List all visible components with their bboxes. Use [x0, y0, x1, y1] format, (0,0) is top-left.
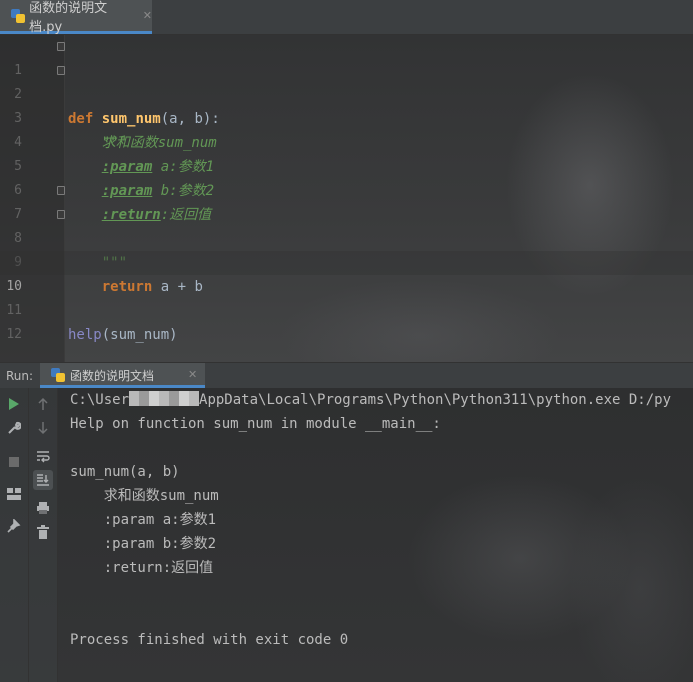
- line-number: 12: [6, 327, 22, 342]
- console-line: Help on function sum_num in module __mai…: [70, 416, 441, 432]
- code-line: 12: [0, 299, 693, 342]
- fold-icon[interactable]: [57, 210, 65, 219]
- print-icon[interactable]: [33, 498, 53, 518]
- python-file-icon: [10, 8, 25, 24]
- editor-tab-bar: 函数的说明文档.py ✕: [0, 0, 693, 35]
- fold-icon[interactable]: [57, 66, 65, 75]
- code-token: (sum_num): [101, 327, 178, 343]
- pin-icon[interactable]: [4, 516, 24, 536]
- code-line: 5 :param b:参数2: [0, 131, 693, 199]
- code-line: 8 return a + b: [0, 203, 693, 295]
- console-line: 求和函数sum_num: [70, 488, 219, 504]
- up-arrow-icon[interactable]: [33, 394, 53, 414]
- run-tab[interactable]: 函数的说明文档 ✕: [40, 363, 205, 388]
- console-line: sum_num(a, b): [70, 464, 180, 480]
- run-toolbar-right: [29, 388, 58, 682]
- editor-tab[interactable]: 函数的说明文档.py ✕: [0, 0, 152, 35]
- console-path-suffix: AppData\Local\Programs\Python\Python311\…: [199, 392, 672, 408]
- wrench-icon[interactable]: [4, 418, 24, 438]
- console-line: C:\User AppData\Local\Programs\Python\Pyt…: [70, 388, 671, 412]
- run-toolbar-left: [0, 388, 29, 682]
- run-label: Run:: [6, 369, 34, 383]
- code-line: 7 """: [0, 179, 693, 271]
- code-line: 11 help(sum_num): [0, 275, 693, 343]
- run-tool-header: Run: 函数的说明文档 ✕: [0, 362, 693, 388]
- console-line: :param a:参数1: [70, 512, 217, 528]
- rerun-icon[interactable]: [4, 394, 24, 414]
- code-line: 9: [0, 227, 693, 270]
- close-icon[interactable]: ✕: [143, 9, 152, 22]
- python-file-icon: [50, 367, 66, 383]
- code-line: 4 :param a:参数1: [0, 107, 693, 175]
- fold-icon[interactable]: [57, 186, 65, 195]
- code-editor[interactable]: 1 def sum_num(a, b): 2 """ 3 求和函数sum_num…: [0, 35, 693, 362]
- redacted-username: [129, 391, 200, 406]
- run-console[interactable]: C:\User AppData\Local\Programs\Python\Pyt…: [0, 388, 693, 682]
- layout-icon[interactable]: [4, 484, 24, 504]
- editor-tab-filename: 函数的说明文档.py: [29, 0, 108, 35]
- close-icon[interactable]: ✕: [188, 368, 197, 381]
- console-line: Process finished with exit code 0: [70, 632, 349, 648]
- trash-icon[interactable]: [33, 522, 53, 542]
- code-line-current: 10: [0, 251, 693, 294]
- code-line: 3 求和函数sum_num: [0, 83, 693, 151]
- code-line: 1 def sum_num(a, b):: [0, 35, 693, 127]
- stop-icon[interactable]: [4, 452, 24, 472]
- fold-icon[interactable]: [57, 42, 65, 51]
- console-path-prefix: C:\User: [70, 392, 130, 408]
- console-line: :return:返回值: [70, 560, 214, 576]
- run-tab-name: 函数的说明文档: [70, 369, 155, 383]
- scroll-to-end-icon[interactable]: [33, 470, 53, 490]
- soft-wrap-icon[interactable]: [33, 446, 53, 466]
- code-line: 2 """: [0, 59, 693, 151]
- builtin-token: help: [68, 327, 102, 343]
- console-line: :param b:参数2: [70, 536, 217, 552]
- code-line: 6 :return:返回值: [0, 155, 693, 223]
- down-arrow-icon[interactable]: [33, 418, 53, 438]
